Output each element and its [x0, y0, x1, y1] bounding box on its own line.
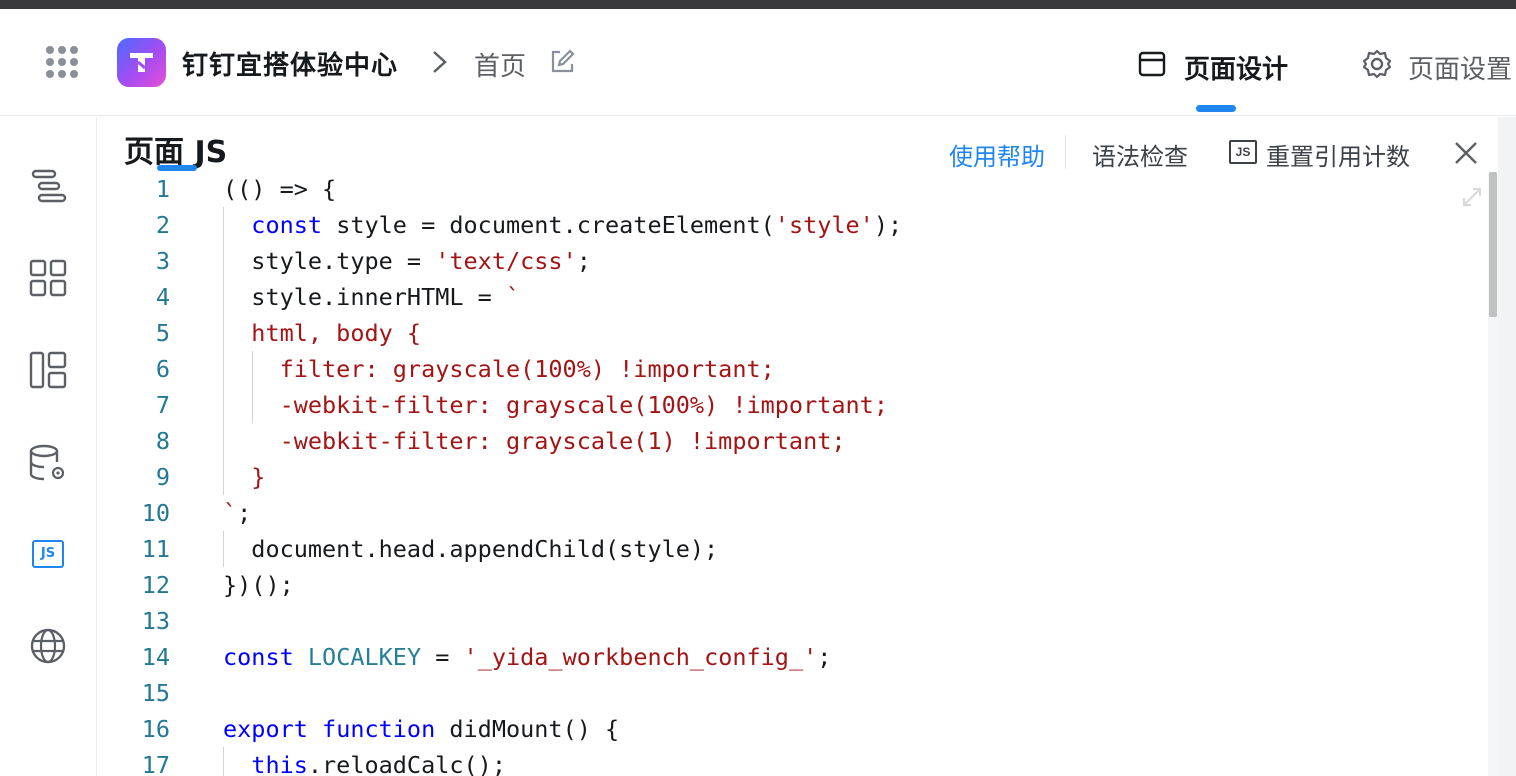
browser-window-icon: [1138, 51, 1166, 77]
lint-button[interactable]: 语法检查: [1092, 137, 1188, 172]
action-divider: [1065, 135, 1066, 169]
app-title[interactable]: 钉钉宜搭体验中心: [182, 45, 398, 82]
tab-page-design-label: 页面设计: [1184, 55, 1289, 85]
js-icon[interactable]: JS: [27, 533, 69, 575]
js-badge-icon: JS: [1229, 140, 1257, 164]
code-line: 8 -webkit-filter: grayscale(1) !importan…: [155, 427, 846, 455]
top-header: 钉钉宜搭体验中心 首页 页面设计 页面设置: [0, 9, 1516, 116]
breadcrumb-page[interactable]: 首页: [474, 46, 526, 83]
code-line: 11 document.head.appendChild(style);: [141, 535, 719, 563]
code-line: 16 export function didMount() {: [141, 715, 620, 743]
window-top-strip: [0, 0, 1516, 9]
code-line: 3 style.type = 'text/css';: [155, 247, 591, 275]
code-line: 10 `;: [141, 499, 252, 527]
globe-icon[interactable]: [27, 625, 69, 667]
editor-scrollbar-thumb[interactable]: [1489, 172, 1497, 317]
code-line: 1(() => {: [155, 175, 337, 203]
reset-ref-count-button[interactable]: 重置引用计数: [1266, 137, 1410, 172]
code-line: 2 const style = document.createElement('…: [155, 211, 903, 239]
tab-page-settings-label: 页面设置: [1408, 55, 1513, 85]
app-logo[interactable]: [117, 38, 166, 87]
code-line: 17 this.reloadCalc();: [141, 751, 506, 776]
edit-icon[interactable]: [548, 48, 576, 76]
code-line: 6 filter: grayscale(100%) !important;: [155, 355, 775, 383]
components-grid-icon[interactable]: [27, 257, 69, 299]
gear-icon: [1362, 49, 1392, 79]
active-tab-indicator: [1196, 105, 1236, 112]
left-tool-rail: JS: [0, 117, 97, 776]
code-line: 14 const LOCALKEY = '_yida_workbench_conf…: [141, 643, 832, 671]
code-line: 7 -webkit-filter: grayscale(100%) !impor…: [155, 391, 888, 419]
code-line: 12})();: [141, 571, 294, 599]
layout-template-icon[interactable]: [27, 349, 69, 391]
code-line: 13: [141, 607, 170, 635]
help-link[interactable]: 使用帮助: [949, 137, 1045, 172]
outline-tree-icon[interactable]: [27, 165, 69, 207]
app-grid-icon[interactable]: [46, 46, 78, 78]
chevron-right-icon: [433, 51, 447, 73]
code-editor[interactable]: 1(() => { 2 const style = document.creat…: [98, 171, 1486, 776]
code-line: 4 style.innerHTML = `: [155, 283, 521, 311]
js-editor-panel: 页面 JS 使用帮助 语法检查 JS 重置引用计数 1(() => { 2 co…: [98, 117, 1498, 776]
data-source-icon[interactable]: [27, 442, 69, 484]
code-line: 15: [141, 679, 170, 707]
code-line: 9 }: [155, 463, 266, 491]
right-edge-panel: [1498, 117, 1516, 776]
close-icon[interactable]: [1452, 139, 1480, 167]
js-icon-label: JS: [32, 540, 64, 568]
code-line: 5 html, body {: [155, 319, 422, 347]
